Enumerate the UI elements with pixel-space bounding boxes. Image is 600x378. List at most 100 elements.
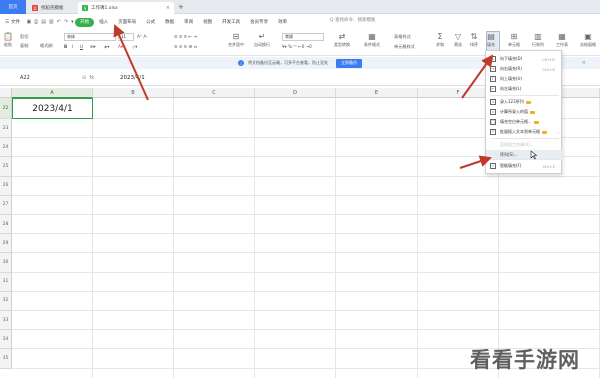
align-left-icons[interactable]: ≡ ≡ ≡ ☰ ⇔ — [174, 44, 197, 49]
row-header[interactable]: 24 — [0, 138, 12, 158]
fill-option-icon — [490, 142, 496, 148]
font-name-select[interactable]: 宋体 — [64, 33, 116, 41]
row-header[interactable]: 31 — [0, 272, 12, 292]
active-cell[interactable]: 2023/4/1 — [12, 98, 93, 119]
convert-icon: ⇄ — [338, 32, 346, 41]
wrap-icon: ↵ — [258, 32, 266, 41]
fill-menu-item[interactable]: ← 向左填充(L) — [486, 84, 563, 94]
menu-item-efficiency[interactable]: 效率 — [273, 19, 292, 25]
row-header[interactable]: 26 — [0, 176, 12, 196]
conditional-format-button[interactable]: ▦ 条件格式 — [364, 32, 380, 48]
formula-input[interactable]: 2023/4/1 — [120, 75, 145, 81]
underline-icon[interactable]: U — [80, 44, 83, 49]
bold-icon[interactable]: B — [64, 44, 67, 49]
wrap-text-button[interactable]: ↵ 自动换行 — [254, 32, 270, 48]
export-icon[interactable]: ▥ — [47, 19, 55, 25]
fill-menu-item[interactable]: ↓ 向下填充(D) Ctrl+D — [486, 54, 563, 64]
tab-template[interactable]: D 找稻壳模板 — [28, 2, 68, 14]
menu-item-insert[interactable]: 插入 — [94, 19, 113, 25]
undo-icon[interactable]: ↶ — [55, 19, 62, 25]
fill-color-icon[interactable]: ◈▾ — [104, 44, 109, 49]
format-painter-button[interactable]: 格式刷 — [40, 43, 53, 49]
row-header[interactable]: 22 — [0, 98, 12, 119]
freeze-panes-button[interactable]: ▣ 冻结窗格 — [580, 32, 596, 48]
command-search[interactable]: Q 查找命令、搜索模板 — [330, 17, 375, 23]
worksheet-label: 工作表 — [556, 42, 568, 47]
home-tab[interactable]: 首页 — [0, 0, 26, 14]
backup-now-button[interactable]: 立即备份 — [336, 58, 362, 68]
cut-button[interactable]: 剪切 — [20, 34, 28, 40]
column-header[interactable]: A — [12, 88, 93, 98]
column-gridline — [173, 98, 174, 378]
cell-style-button[interactable]: 单元格样式 — [394, 44, 415, 50]
fill-menu-item[interactable]: ↑ 向上填充(U) — [486, 74, 563, 84]
print-icon[interactable]: ⎙ — [33, 19, 40, 25]
clear-icon[interactable]: ◇▾ — [132, 44, 137, 49]
row-header[interactable]: 27 — [0, 195, 12, 215]
row-header[interactable]: 32 — [0, 291, 12, 311]
number-format-icons[interactable]: ¥▾ % ⁰⁰ ←0 →0 — [282, 44, 312, 49]
column-header[interactable]: B — [93, 88, 174, 98]
worksheet-button[interactable]: ▦ 工作表 — [556, 32, 568, 48]
row-header[interactable]: 25 — [0, 157, 12, 177]
row-header[interactable]: 33 — [0, 311, 12, 331]
row-header[interactable]: 34 — [0, 330, 12, 350]
fill-menu-item[interactable]: 1 录入123序列 — [486, 97, 563, 107]
menu-item-start[interactable]: 开始 — [75, 17, 95, 27]
fx-icon[interactable]: ⊙ fx — [82, 75, 118, 81]
row-col-button[interactable]: ▥ 行和列 — [532, 32, 544, 48]
sort-button[interactable]: ⇅ 排序 — [470, 32, 478, 48]
tab-workbook[interactable]: S 工作簿1.xlsx × — [78, 2, 174, 14]
column-header[interactable]: E — [336, 88, 418, 98]
number-format-select[interactable]: 常规 — [282, 33, 324, 41]
copy-button[interactable]: 复制 — [20, 43, 28, 49]
filter-button[interactable]: ▽ 筛选 — [454, 32, 462, 48]
fill-menu-item[interactable]: T 批量插入文本到单元格 › — [486, 127, 563, 137]
watermark-text: 看看手游网 — [470, 348, 580, 372]
name-box[interactable]: A22 — [8, 73, 80, 83]
fill-button[interactable]: ▤ 填充 — [487, 32, 495, 48]
cells-button[interactable]: ⊞ 单元格 — [508, 32, 520, 48]
menu-item-developer[interactable]: 开发工具 — [217, 19, 245, 25]
row-header[interactable]: 23 — [0, 119, 12, 139]
menu-item-page-layout[interactable]: 页面布局 — [113, 19, 141, 25]
new-tab-button[interactable]: + — [178, 3, 184, 11]
row-header[interactable]: 29 — [0, 234, 12, 254]
menu-item-formula[interactable]: 公式 — [141, 19, 160, 25]
column-header[interactable]: D — [255, 88, 336, 98]
font-size-adjust-icon[interactable]: A⁺ A⁻ — [137, 34, 148, 39]
fill-menu-item[interactable]: → 向右填充(R) Ctrl+R — [486, 64, 563, 74]
redo-icon[interactable]: ↷ — [62, 19, 69, 25]
row-header[interactable]: 35 — [0, 349, 12, 369]
fill-menu-item[interactable]: □ 填充空白单元格... — [486, 117, 563, 127]
column-header[interactable]: C — [174, 88, 255, 98]
worksheet-icon: ▦ — [558, 32, 566, 41]
font-size-select[interactable]: 11 — [118, 33, 134, 41]
type-convert-button[interactable]: ⇄ 类型转换 — [334, 32, 350, 48]
paste-button[interactable]: 📋 粘贴 — [3, 32, 13, 48]
file-menu[interactable]: 三 文件 — [0, 19, 25, 25]
font-color-icon[interactable]: A▾ — [118, 44, 123, 49]
merge-center-button[interactable]: ⊟ 合并居中 — [228, 32, 244, 48]
close-icon[interactable]: × — [582, 60, 586, 66]
border-icon[interactable]: ⊞▾ — [90, 44, 96, 49]
close-icon[interactable]: × — [166, 5, 170, 11]
align-top-icons[interactable]: ≡ ≡ ≡ ⇤ ⇥ — [174, 34, 197, 39]
menu-item-view[interactable]: 视图 — [198, 19, 217, 25]
menu-item-review[interactable]: 审阅 — [179, 19, 198, 25]
menu-item-data[interactable]: 数据 — [160, 19, 179, 25]
member-badge-icon — [533, 120, 539, 124]
table-style-button[interactable]: 表格样式 — [394, 34, 411, 40]
sum-button[interactable]: Σ 求和 — [436, 32, 444, 48]
italic-icon[interactable]: I — [72, 44, 73, 49]
fill-dropdown-menu: ↓ 向下填充(D) Ctrl+D → 向右填充(R) Ctrl+R ↑ 向上填充(U) ← 向左填… — [485, 50, 563, 174]
select-all-corner[interactable] — [0, 88, 12, 98]
row-header[interactable]: 28 — [0, 215, 12, 235]
fill-menu-item[interactable]: = 计算所录入的值 — [486, 107, 563, 117]
save-icon[interactable]: ▣ — [25, 19, 33, 25]
fill-menu-item[interactable]: ⚡ 智能填充(F) Ctrl+E — [486, 161, 563, 171]
menu-item-member[interactable]: 会员专享 — [245, 19, 273, 25]
preview-icon[interactable]: ▤ — [40, 19, 48, 25]
row-gridline — [12, 233, 600, 235]
row-header[interactable]: 30 — [0, 253, 12, 273]
